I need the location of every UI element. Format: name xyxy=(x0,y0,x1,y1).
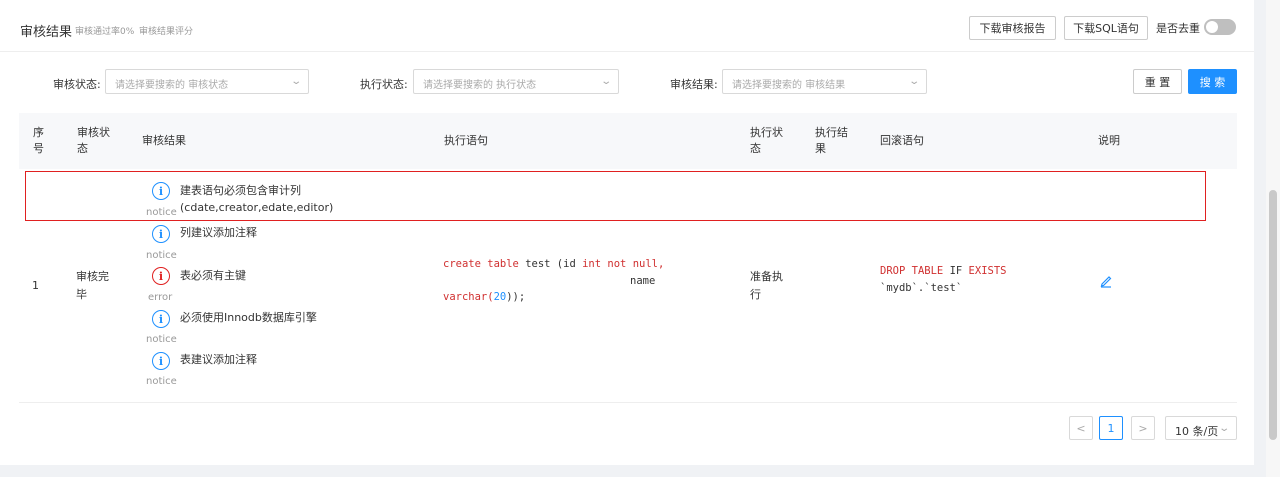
col-audit-result: 审核结果 xyxy=(142,134,186,147)
col-index-line1: 序 xyxy=(33,126,44,139)
issue-text: 表必须有主键 xyxy=(180,269,246,282)
page-1-button[interactable]: 1 xyxy=(1099,416,1123,440)
sql-keyword: not xyxy=(607,258,627,270)
sql-keyword: int xyxy=(582,258,602,270)
card-header: 审核结果 审核通过率0% 审核结果评分 下载审核报告 下载SQL语句 是否去重 xyxy=(0,0,1254,52)
sql-keyword: create xyxy=(443,258,481,270)
row-audit-status-line1: 审核完 xyxy=(76,270,109,283)
audit-result-label: 审核结果: xyxy=(670,78,718,91)
chevron-down-icon: ⌄ xyxy=(907,76,920,87)
sql-statement-line1: create table test (id int not null, xyxy=(443,255,664,273)
issue-text: 表建议添加注释 xyxy=(180,353,257,366)
col-exec-status: 执行状 态 xyxy=(750,125,783,157)
col-exec-result: 执行结 果 xyxy=(815,125,848,157)
info-icon: i xyxy=(152,310,170,328)
page-size-value: 10 条/页 xyxy=(1175,425,1219,438)
download-report-button[interactable]: 下载审核报告 xyxy=(969,16,1056,40)
col-audit-status-line1: 审核状 xyxy=(77,126,110,139)
result-score: 审核结果评分 xyxy=(139,27,194,37)
table-header: 序 号 审核状 态 审核结果 执行语句 执行状 态 执行结 果 回滚语句 说明 xyxy=(19,113,1237,169)
col-index: 序 号 xyxy=(33,125,44,157)
search-button[interactable]: 搜 索 xyxy=(1188,69,1237,94)
sql-keyword: TABLE xyxy=(911,265,944,277)
toggle-knob xyxy=(1206,21,1218,33)
audit-status-label: 审核状态: xyxy=(53,78,101,91)
audit-status-placeholder: 请选择要搜索的 审核状态 xyxy=(115,80,229,91)
col-index-line2: 号 xyxy=(33,142,44,155)
audit-result-card: 审核结果 审核通过率0% 审核结果评分 下载审核报告 下载SQL语句 是否去重 … xyxy=(0,0,1254,465)
highlight-box xyxy=(25,171,1206,221)
row-index: 1 xyxy=(32,279,39,292)
col-statement: 执行语句 xyxy=(444,134,488,147)
page-title: 审核结果 xyxy=(20,25,73,40)
issue-level: notice xyxy=(146,250,177,261)
rollback-line1: DROP TABLE IF EXISTS xyxy=(880,262,1006,280)
col-exec-result-line1: 执行结 xyxy=(815,126,848,139)
dedupe-label: 是否去重 xyxy=(1156,22,1200,35)
sql-number: 20 xyxy=(493,291,507,303)
chevron-down-icon: ⌄ xyxy=(1217,423,1230,434)
issue-level: notice xyxy=(146,334,177,345)
sql-text: )); xyxy=(506,291,526,303)
edit-icon[interactable] xyxy=(1099,274,1113,288)
sql-keyword: varchar( xyxy=(443,291,494,303)
exec-status-label: 执行状态: xyxy=(360,78,408,91)
row-exec-status: 准备执 行 xyxy=(750,268,783,304)
error-icon: i xyxy=(152,267,170,285)
issue-text: 列建议添加注释 xyxy=(180,226,257,239)
sql-keyword: DROP xyxy=(880,265,906,277)
issue-text: 必须使用Innodb数据库引擎 xyxy=(180,311,317,324)
issue-level: notice xyxy=(146,376,177,387)
rollback-line2: `mydb`.`test` xyxy=(880,282,963,294)
scrollbar-thumb[interactable] xyxy=(1269,190,1277,440)
sql-text: IF xyxy=(949,265,963,277)
row-exec-status-line2: 行 xyxy=(750,288,761,301)
audit-result-placeholder: 请选择要搜索的 审核结果 xyxy=(732,80,846,91)
col-audit-status: 审核状 态 xyxy=(77,125,110,157)
col-description: 说明 xyxy=(1098,134,1120,147)
sql-text: test (id xyxy=(525,258,576,270)
next-page-button[interactable]: > xyxy=(1131,416,1155,440)
issue-level: error xyxy=(148,292,173,303)
col-exec-status-line2: 态 xyxy=(750,142,761,155)
sql-statement-line3: varchar(20)); xyxy=(443,288,525,306)
page-size-select[interactable]: 10 条/页 ⌄ xyxy=(1165,416,1237,440)
download-sql-button[interactable]: 下载SQL语句 xyxy=(1064,16,1148,40)
col-exec-status-line1: 执行状 xyxy=(750,126,783,139)
sql-keyword: null, xyxy=(632,258,665,270)
audit-result-select[interactable]: 请选择要搜索的 审核结果 ⌄ xyxy=(722,69,927,94)
sql-keyword: EXISTS xyxy=(968,265,1007,277)
row-exec-status-line1: 准备执 xyxy=(750,270,783,283)
chevron-down-icon: ⌄ xyxy=(289,76,302,87)
scrollbar[interactable] xyxy=(1266,0,1280,477)
sql-statement-line2: name xyxy=(630,275,656,287)
dedupe-toggle[interactable] xyxy=(1204,19,1236,35)
exec-status-placeholder: 请选择要搜索的 执行状态 xyxy=(423,80,537,91)
prev-page-button[interactable]: < xyxy=(1069,416,1093,440)
col-exec-result-line2: 果 xyxy=(815,142,826,155)
col-audit-status-line2: 态 xyxy=(77,142,88,155)
row-audit-status-line2: 毕 xyxy=(76,288,87,301)
reset-button[interactable]: 重 置 xyxy=(1133,69,1182,94)
info-icon: i xyxy=(152,352,170,370)
info-icon: i xyxy=(152,225,170,243)
row-audit-status: 审核完 毕 xyxy=(76,268,109,304)
audit-status-select[interactable]: 请选择要搜索的 审核状态 ⌄ xyxy=(105,69,309,94)
col-rollback: 回滚语句 xyxy=(880,134,924,147)
pass-rate: 审核通过率0% xyxy=(75,27,135,37)
chevron-down-icon: ⌄ xyxy=(599,76,612,87)
sql-keyword: table xyxy=(487,258,519,270)
exec-status-select[interactable]: 请选择要搜索的 执行状态 ⌄ xyxy=(413,69,619,94)
